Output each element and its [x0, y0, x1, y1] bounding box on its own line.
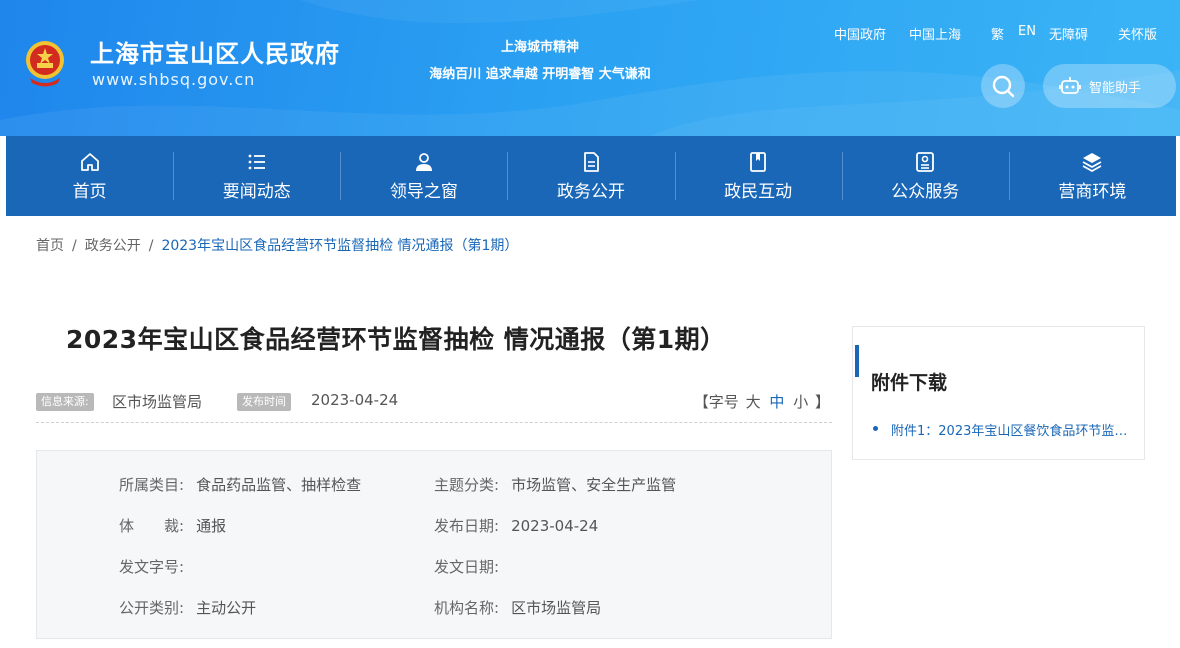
book-icon: [750, 151, 767, 172]
document-icon: [584, 151, 599, 172]
top-links: 中国政府 中国上海 繁 EN 无障碍 关怀版: [0, 24, 1180, 44]
link-english[interactable]: EN: [1018, 24, 1036, 39]
font-size-open: 【字号: [693, 393, 739, 411]
font-size-close: 】: [814, 393, 830, 411]
nav-item-home[interactable]: 首页: [6, 136, 173, 216]
nav-item-business[interactable]: 营商环境: [1008, 136, 1176, 216]
layers-icon: [1082, 152, 1102, 172]
source-value: 区市场监管局: [112, 393, 203, 411]
meta-divider: [36, 422, 832, 423]
attachment-panel: 附件下载 附件1：2023年宝山区餐饮食品环节监督抽检情况通报: [852, 326, 1145, 460]
publish-time-value: 2023-04-24: [311, 391, 399, 409]
person-icon: [415, 152, 432, 171]
info-value: 区市场监管局: [511, 599, 602, 617]
nav-label: 公众服务: [891, 181, 960, 202]
nav-item-gov-info[interactable]: 政务公开: [507, 136, 674, 216]
article-meta: 信息来源: 区市场监管局 发布时间 2023-04-24 【字号 大 中 小 】: [36, 390, 832, 414]
nav-item-public-service[interactable]: 公众服务: [841, 136, 1009, 216]
info-document-number: 发文字号:: [119, 556, 196, 577]
nav-item-leaders[interactable]: 领导之窗: [340, 136, 507, 216]
robot-icon: [1059, 77, 1081, 94]
nav-item-interaction[interactable]: 政民互动: [674, 136, 842, 216]
link-accessibility[interactable]: 无障碍: [1049, 24, 1088, 43]
info-key: 所属类目:: [119, 476, 185, 494]
article-title: 2023年宝山区食品经营环节监督抽检 情况通报（第1期）: [66, 325, 726, 354]
info-topic: 主题分类: 市场监管、安全生产监管: [434, 474, 676, 495]
document-info-box: 所属类目: 食品药品监管、抽样检查 主题分类: 市场监管、安全生产监管 体 裁: 通报…: [36, 450, 832, 639]
link-traditional-chinese[interactable]: 繁: [991, 24, 1004, 43]
info-category: 所属类目: 食品药品监管、抽样检查: [119, 474, 361, 495]
publish-time-tag: 发布时间: [237, 393, 291, 411]
info-value: 食品药品监管、抽样检查: [196, 476, 362, 494]
info-value: 2023-04-24: [511, 517, 599, 535]
link-care-mode[interactable]: 关怀版: [1118, 24, 1157, 43]
search-icon: [992, 75, 1015, 98]
city-spirit-text: 海纳百川 追求卓越 开明睿智 大气谦和: [429, 67, 651, 82]
nav-label: 政民互动: [724, 181, 793, 202]
attachment-panel-title: 附件下载: [871, 372, 948, 394]
search-button[interactable]: [981, 64, 1025, 108]
nav-label: 首页: [72, 181, 107, 202]
nav-item-news[interactable]: 要闻动态: [173, 136, 340, 216]
info-key: 发布日期:: [434, 517, 500, 535]
font-size-switcher: 【字号 大 中 小 】: [694, 391, 830, 412]
font-size-medium[interactable]: 中: [769, 393, 784, 411]
info-publish-date: 发布日期: 2023-04-24: [434, 515, 598, 536]
breadcrumb-current[interactable]: 2023年宝山区食品经营环节监督抽检 情况通报（第1期）: [161, 238, 518, 254]
breadcrumb-home[interactable]: 首页: [36, 238, 64, 254]
info-disclosure: 公开类别: 主动公开: [119, 597, 256, 618]
breadcrumb-section[interactable]: 政务公开: [85, 238, 141, 254]
smart-assistant-button[interactable]: 智能助手: [1043, 64, 1176, 108]
smart-assistant-label: 智能助手: [1089, 80, 1142, 96]
nav-label: 营商环境: [1058, 181, 1127, 202]
nav-label: 要闻动态: [222, 181, 291, 202]
link-china-gov[interactable]: 中国政府: [834, 24, 886, 43]
id-card-icon: [916, 151, 935, 172]
info-value: 市场监管、安全生产监管: [511, 476, 677, 494]
info-key: 公开类别:: [119, 599, 185, 617]
info-value: 主动公开: [196, 599, 257, 617]
list-icon: [248, 154, 265, 169]
link-shanghai[interactable]: 中国上海: [909, 24, 961, 43]
info-key: 主题分类:: [434, 476, 500, 494]
breadcrumb: 首页 / 政务公开 / 2023年宝山区食品经营环节监督抽检 情况通报（第1期）: [36, 235, 518, 255]
breadcrumb-separator: /: [72, 238, 77, 254]
bullet-icon: [873, 426, 878, 431]
national-emblem-icon: [26, 41, 64, 87]
info-key: 机构名称:: [434, 599, 500, 617]
site-header: 上海市宝山区人民政府 www.shbsq.gov.cn 上海城市精神 海纳百川 …: [0, 0, 1180, 136]
font-size-small[interactable]: 小: [793, 393, 808, 411]
font-size-large[interactable]: 大: [746, 393, 761, 411]
nav-label: 政务公开: [556, 181, 625, 202]
attachment-panel-accent: [855, 345, 859, 377]
info-value: 通报: [196, 517, 227, 535]
info-genre: 体 裁: 通报: [119, 515, 226, 536]
attachment-link[interactable]: 附件1：2023年宝山区餐饮食品环节监督抽检情况通报: [891, 420, 1131, 439]
main-nav: 首页 要闻动态 领导之窗 政务公开 政民互动 公众服务 营商环境: [6, 136, 1176, 216]
source-tag: 信息来源:: [36, 393, 94, 411]
info-key: 发文字号:: [119, 558, 185, 576]
home-icon: [80, 152, 99, 171]
info-document-date: 发文日期:: [434, 556, 511, 577]
site-url: www.shbsq.gov.cn: [92, 70, 256, 89]
info-organization: 机构名称: 区市场监管局: [434, 597, 601, 618]
info-key: 体 裁:: [119, 517, 185, 535]
breadcrumb-separator: /: [148, 238, 154, 254]
nav-label: 领导之窗: [389, 181, 458, 202]
info-key: 发文日期:: [434, 558, 500, 576]
